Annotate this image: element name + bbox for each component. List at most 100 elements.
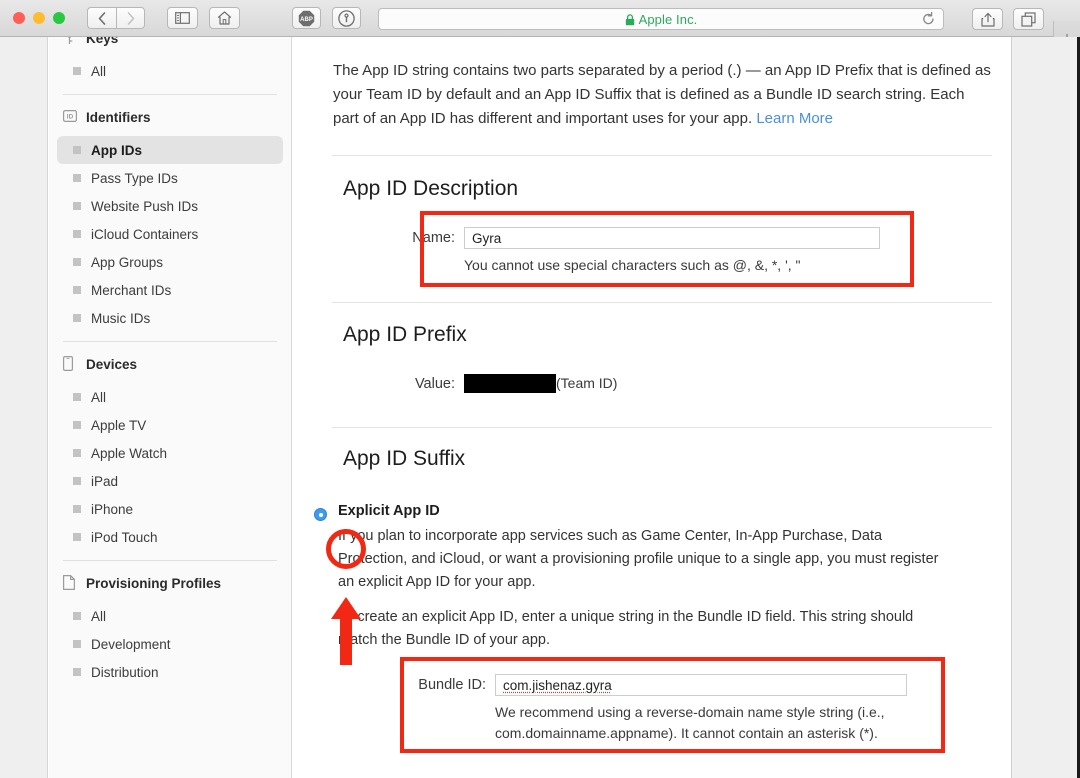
bundle-id-input[interactable]: com.jishenaz.gyra	[495, 674, 907, 696]
sidebar-item-website-push-ids[interactable]: Website Push IDs	[57, 192, 283, 220]
sidebar-item-merchant-ids[interactable]: Merchant IDs	[57, 276, 283, 304]
sidebar-item-distribution[interactable]: Distribution	[57, 658, 283, 686]
team-id-redaction-bar	[464, 374, 556, 393]
section-divider	[332, 302, 992, 303]
bullet-icon	[73, 640, 81, 648]
document-icon	[63, 575, 77, 591]
bullet-icon	[73, 230, 81, 238]
sidebar-item-ipad[interactable]: iPad	[57, 467, 283, 495]
minimize-window-button[interactable]	[33, 12, 45, 24]
sidebar-item-label: App IDs	[91, 142, 143, 158]
sidebar-icon	[175, 12, 190, 24]
key-icon	[63, 37, 77, 46]
radio-selected-dot	[318, 512, 323, 517]
sidebar-item-pass-type-ids[interactable]: Pass Type IDs	[57, 164, 283, 192]
sidebar-group-label: Provisioning Profiles	[86, 575, 222, 591]
sidebar-item-keys-all[interactable]: All	[57, 57, 283, 85]
sidebar-group-devices: Devices	[49, 351, 291, 377]
reload-button[interactable]	[922, 11, 935, 28]
sidebar-group-provisioning-profiles: Provisioning Profiles	[49, 570, 291, 596]
learn-more-link[interactable]: Learn More	[756, 110, 833, 127]
bullet-icon	[73, 286, 81, 294]
sidebar-item-devices-all[interactable]: All	[57, 383, 283, 411]
bullet-icon	[73, 668, 81, 676]
bundle-id-label: Bundle ID:	[418, 677, 486, 693]
bullet-icon	[73, 612, 81, 620]
sidebar-item-profiles-all[interactable]: All	[57, 602, 283, 630]
intro-paragraph: The App ID string contains two parts sep…	[333, 59, 993, 131]
back-button[interactable]	[87, 7, 116, 29]
adblock-button[interactable]: ABP	[292, 7, 321, 29]
site-identity-label: Apple Inc.	[625, 12, 698, 27]
name-field-row: Name: Gyra You cannot use special charac…	[389, 227, 880, 276]
share-button[interactable]	[972, 8, 1003, 30]
explicit-app-id-radio[interactable]	[314, 508, 327, 521]
bullet-icon	[73, 393, 81, 401]
bundle-id-value: com.jishenaz.gyra	[503, 677, 612, 693]
svg-text:ABP: ABP	[300, 17, 313, 23]
bullet-icon	[73, 146, 81, 154]
sidebar-group-label: Devices	[86, 356, 138, 372]
app-id-suffix-heading: App ID Suffix	[343, 447, 466, 470]
forward-button[interactable]	[116, 7, 145, 29]
sidebar-item-label: iPhone	[91, 501, 134, 517]
share-icon	[980, 12, 995, 27]
sidebar-item-label: All	[91, 389, 107, 405]
sidebar-item-ipod-touch[interactable]: iPod Touch	[57, 523, 283, 551]
sidebar-item-development[interactable]: Development	[57, 630, 283, 658]
name-input[interactable]: Gyra	[464, 227, 880, 249]
sidebar-item-apple-tv[interactable]: Apple TV	[57, 411, 283, 439]
site-sidebar[interactable]: Keys All ID Identifiers App IDs Pass Typ…	[49, 37, 292, 778]
sidebar-item-music-ids[interactable]: Music IDs	[57, 304, 283, 332]
bullet-icon	[73, 202, 81, 210]
section-divider	[332, 155, 992, 156]
app-id-prefix-heading: App ID Prefix	[343, 323, 467, 346]
prefix-value-row: Value: (Team ID)	[389, 373, 617, 394]
show-tabs-icon	[1021, 11, 1036, 27]
sidebar-item-label: Distribution	[91, 664, 159, 680]
sidebar-divider	[63, 341, 277, 342]
sidebar-group-keys: Keys	[49, 37, 291, 51]
sidebar-item-apple-watch[interactable]: Apple Watch	[57, 439, 283, 467]
explicit-paragraph-2: To create an explicit App ID, enter a un…	[338, 609, 914, 648]
sidebar-item-label: iPod Touch	[91, 529, 158, 545]
bullet-icon	[73, 258, 81, 266]
bundle-id-field-row: Bundle ID: com.jishenaz.gyra We recommen…	[401, 674, 907, 744]
sidebar-group-label: Keys	[86, 37, 119, 46]
sidebar-item-iphone[interactable]: iPhone	[57, 495, 283, 523]
bullet-icon	[73, 67, 81, 75]
bullet-icon	[73, 174, 81, 182]
sidebar-item-app-ids[interactable]: App IDs	[57, 136, 283, 164]
sidebar-item-label: Development	[91, 636, 171, 652]
show-all-tabs-button[interactable]	[1013, 8, 1044, 30]
window-controls	[13, 12, 65, 24]
adblock-icon: ABP	[298, 10, 315, 26]
sidebar-item-label: Merchant IDs	[91, 282, 172, 298]
navigation-buttons	[87, 7, 145, 29]
sidebar-item-app-groups[interactable]: App Groups	[57, 248, 283, 276]
sidebar-item-label: Music IDs	[91, 310, 151, 326]
bundle-id-hint-line-2: com.domainname.appname). It cannot conta…	[495, 725, 878, 741]
bullet-icon	[73, 449, 81, 457]
home-button[interactable]	[209, 7, 240, 29]
section-divider	[332, 427, 992, 428]
bundle-id-hint-line-1: We recommend using a reverse-domain name…	[495, 704, 885, 720]
sidebar-group-identifiers: ID Identifiers	[49, 104, 291, 130]
team-id-suffix-label: (Team ID)	[556, 375, 618, 391]
page-right-gutter	[1011, 37, 1080, 778]
onepassword-button[interactable]	[332, 7, 361, 29]
sidebar-item-icloud-containers[interactable]: iCloud Containers	[57, 220, 283, 248]
iphone-icon	[63, 356, 77, 372]
maximize-window-button[interactable]	[53, 12, 65, 24]
sidebar-divider	[63, 560, 277, 561]
address-bar[interactable]: Apple Inc.	[378, 8, 944, 30]
page-body: Keys All ID Identifiers App IDs Pass Typ…	[0, 37, 1080, 778]
id-badge-icon: ID	[63, 109, 78, 125]
sidebar-item-label: iCloud Containers	[91, 226, 199, 242]
value-label: Value:	[414, 375, 455, 392]
sidebar-divider	[63, 94, 277, 95]
sidebar-group-label: Identifiers	[86, 109, 151, 125]
sidebar-toggle-button[interactable]	[167, 7, 198, 29]
app-id-description-heading: App ID Description	[343, 177, 519, 200]
close-window-button[interactable]	[13, 12, 25, 24]
